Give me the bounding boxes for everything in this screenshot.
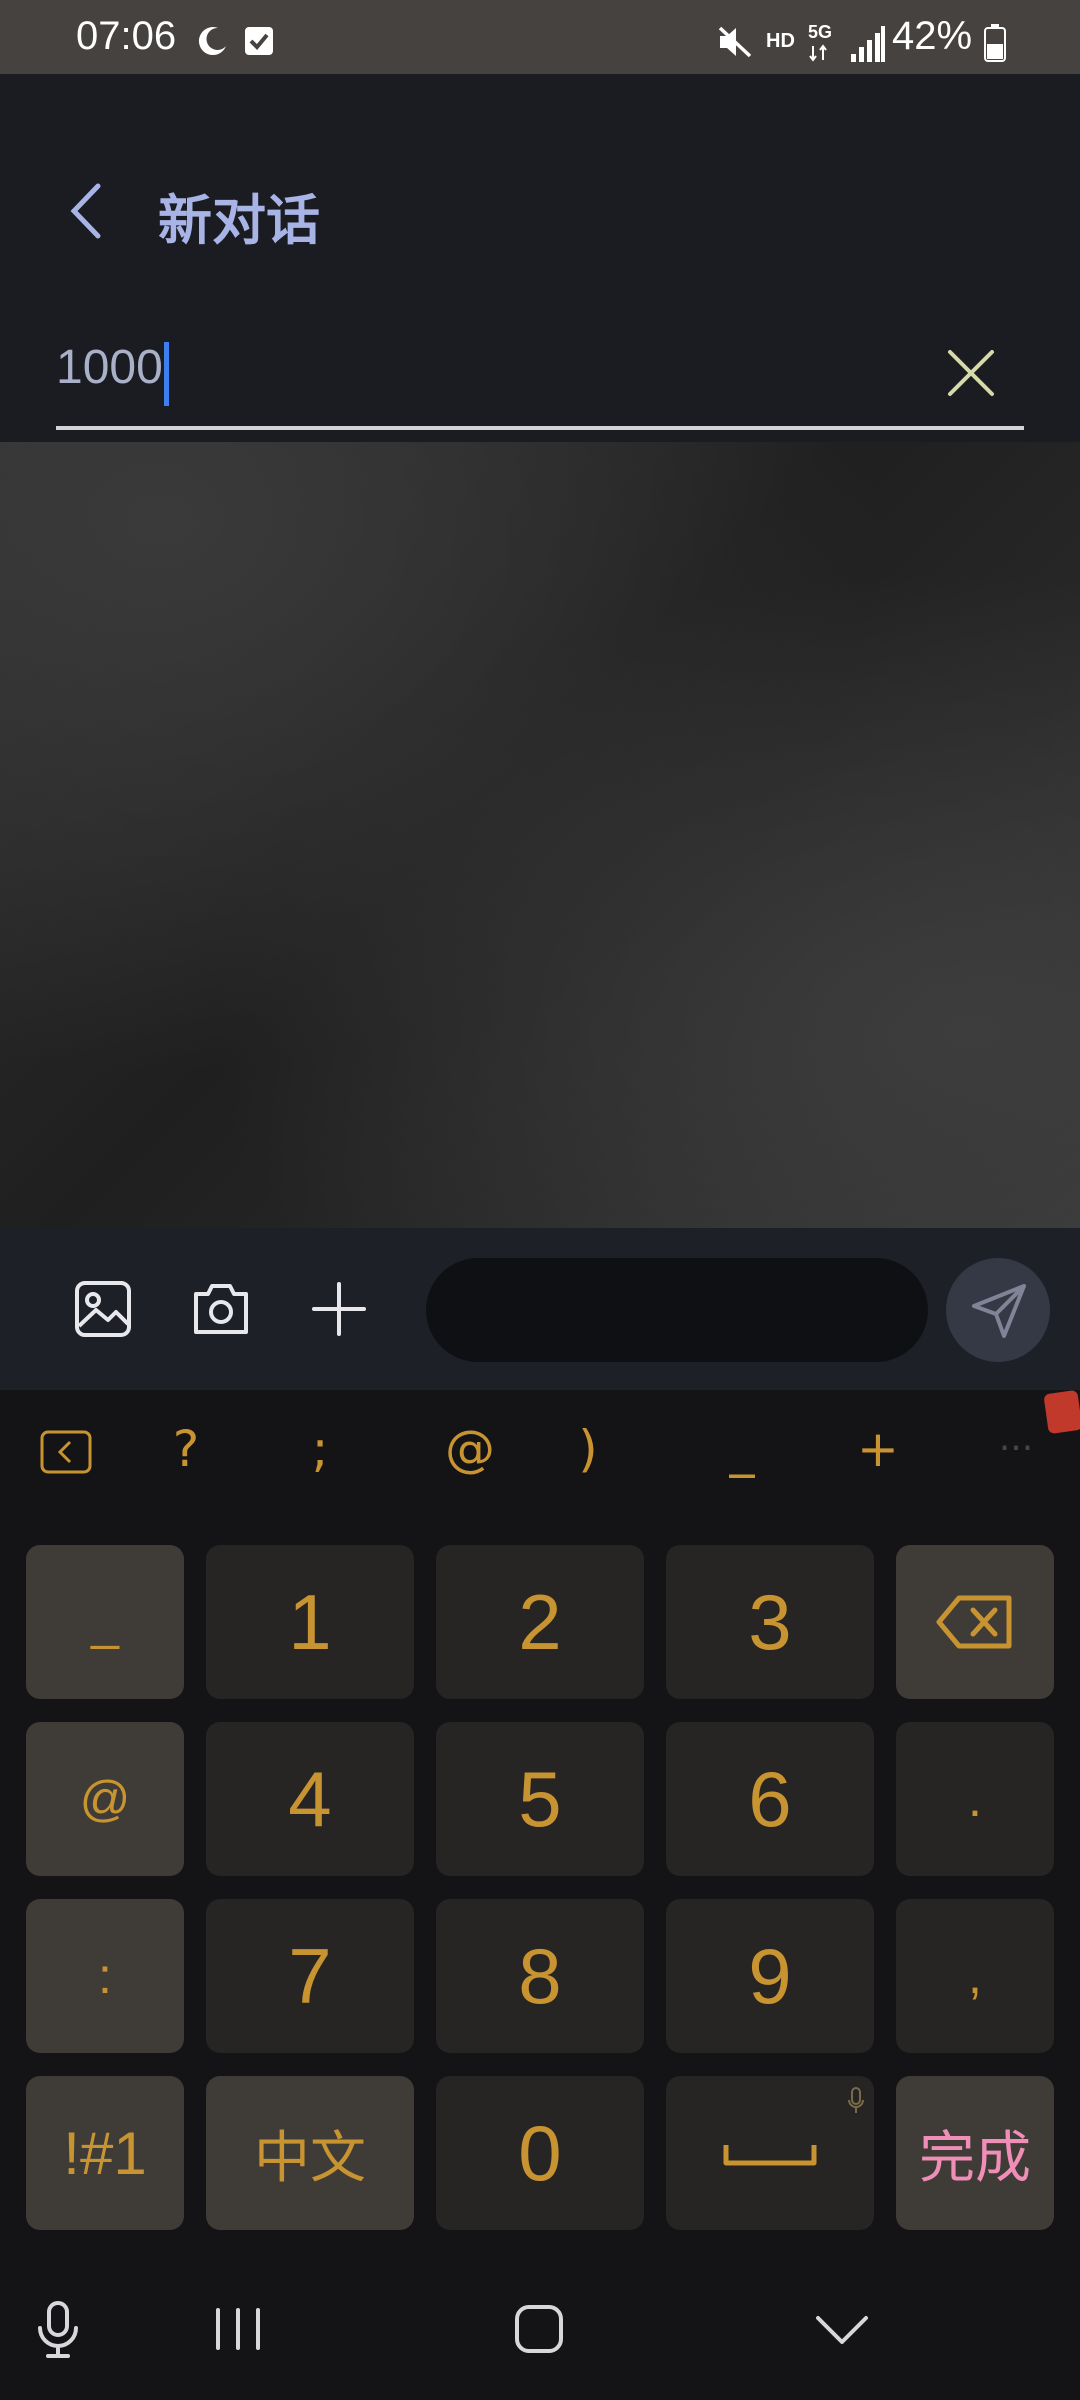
battery-percent: 42%: [892, 14, 973, 58]
key-4[interactable]: 4: [206, 1722, 414, 1876]
key-9[interactable]: 9: [666, 1899, 874, 2053]
symbol-key[interactable]: ;: [280, 1420, 360, 1478]
battery-icon: [984, 24, 1006, 62]
space-icon: [723, 2145, 817, 2166]
page-title: 新对话: [158, 189, 320, 252]
key-1[interactable]: 1: [206, 1545, 414, 1699]
microphone-icon[interactable]: [34, 2300, 82, 2358]
colon-key[interactable]: :: [26, 1899, 184, 2053]
data-arrows-icon: [809, 44, 827, 62]
underscore-key[interactable]: _: [26, 1545, 184, 1699]
backspace-icon: [936, 1595, 1012, 1649]
status-time: 07:06: [76, 14, 177, 58]
camera-icon[interactable]: [190, 1278, 252, 1340]
symbol-key[interactable]: +: [838, 1420, 918, 1478]
key-5[interactable]: 5: [436, 1722, 644, 1876]
more-symbols-key[interactable]: ···: [976, 1428, 1056, 1469]
key-7[interactable]: 7: [206, 1899, 414, 2053]
checkbox-notification-icon: [245, 27, 273, 55]
chevron-left-icon[interactable]: [58, 176, 118, 246]
send-button[interactable]: [946, 1258, 1050, 1362]
hd-icon: HD: [766, 30, 795, 52]
recent-apps-icon[interactable]: [210, 2306, 266, 2352]
period-key[interactable]: .: [896, 1722, 1054, 1876]
recipient-value: 1000: [56, 341, 163, 394]
hide-keyboard-icon[interactable]: [812, 2310, 872, 2350]
plus-icon[interactable]: [308, 1278, 370, 1340]
symbol-key[interactable]: ?: [146, 1420, 226, 1478]
key-8[interactable]: 8: [436, 1899, 644, 2053]
status-bar: 07:06 HD 5G 42%: [0, 0, 1080, 74]
at-key[interactable]: @: [26, 1722, 184, 1876]
key-3[interactable]: 3: [666, 1545, 874, 1699]
symbol-key[interactable]: @: [430, 1420, 510, 1478]
symbol-key[interactable]: _: [702, 1420, 782, 1478]
signal-icon: [851, 26, 885, 62]
backspace-key[interactable]: [896, 1545, 1054, 1699]
mic-small-icon: [848, 2087, 864, 2113]
key-6[interactable]: 6: [666, 1722, 874, 1876]
recipient-underline: [56, 426, 1024, 430]
home-icon[interactable]: [512, 2302, 566, 2356]
message-area: [0, 442, 1080, 1228]
message-input[interactable]: [426, 1258, 928, 1362]
gallery-icon[interactable]: [72, 1278, 134, 1340]
key-0[interactable]: 0: [436, 2076, 644, 2230]
language-key[interactable]: 中文: [206, 2076, 414, 2230]
5g-icon: 5G: [808, 22, 833, 42]
space-key[interactable]: [666, 2076, 874, 2230]
moon-icon: [198, 27, 226, 56]
done-key[interactable]: 完成: [896, 2076, 1054, 2230]
ime-logo-icon: [1043, 1389, 1080, 1435]
close-icon[interactable]: [944, 346, 998, 400]
mute-icon: [718, 26, 752, 58]
symbol-key[interactable]: ): [548, 1420, 628, 1478]
recipient-input[interactable]: [56, 330, 1024, 430]
comma-key[interactable]: ,: [896, 1899, 1054, 2053]
symbols-key[interactable]: !#1: [26, 2076, 184, 2230]
send-icon: [972, 1284, 1026, 1338]
text-caret: [164, 342, 169, 406]
key-2[interactable]: 2: [436, 1545, 644, 1699]
cursor-left-icon[interactable]: [40, 1430, 92, 1474]
